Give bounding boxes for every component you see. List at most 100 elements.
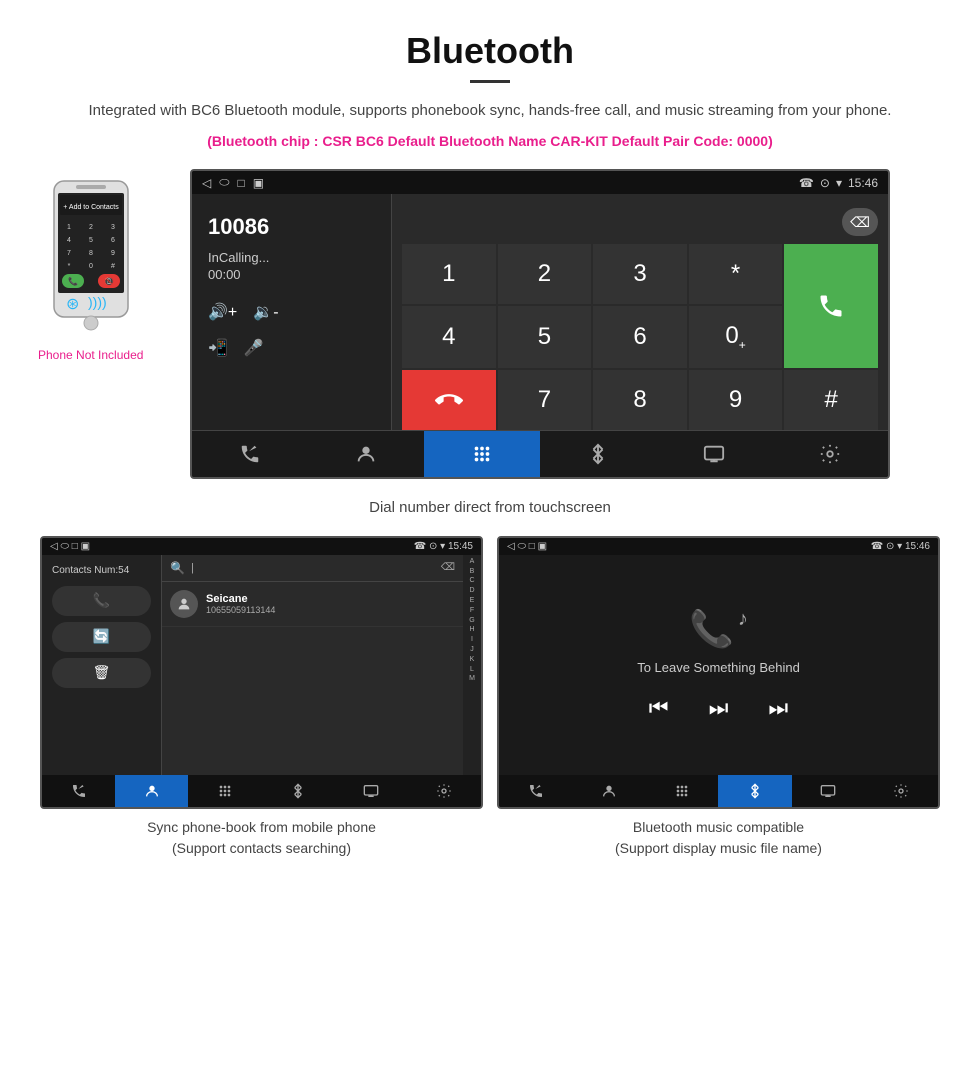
transfer-icon[interactable]: 📲 <box>208 338 228 358</box>
alpha-e: E <box>470 596 475 606</box>
music-nav-settings[interactable] <box>865 775 938 807</box>
key-hash[interactable]: # <box>784 370 878 430</box>
mic-icon[interactable]: 🎤 <box>244 338 264 358</box>
contacts-main-area: 🔍 | ⌫ Seicane 10655059113144 <box>162 555 463 775</box>
status-time: 15:46 <box>848 176 878 190</box>
nav-contacts-icon <box>355 443 377 465</box>
call-timer: 00:00 <box>208 267 375 282</box>
contacts-caption-text: Sync phone-book from mobile phone (Suppo… <box>147 819 376 856</box>
prev-track-button[interactable]: ⏮ <box>649 695 669 721</box>
alpha-h: H <box>469 625 474 635</box>
backspace-contacts-icon[interactable]: ⌫ <box>441 562 455 573</box>
svg-text:0: 0 <box>89 263 93 270</box>
status-bar-left: ◁ ⬭ □ ▣ <box>202 175 264 190</box>
alpha-l: L <box>470 665 474 675</box>
nav-screen-icon <box>703 443 725 465</box>
key-0plus[interactable]: 0+ <box>689 306 783 368</box>
contact-info: Seicane 10655059113144 <box>206 593 455 615</box>
nav-dialpad-icon <box>471 443 493 465</box>
end-call-button[interactable] <box>402 370 496 430</box>
svg-text:#: # <box>111 263 115 270</box>
music-nav-bluetooth[interactable] <box>718 775 791 807</box>
contacts-nav-dialpad[interactable] <box>188 775 261 807</box>
music-screen: ◁ ⬭ □ ▣ ☎ ⊙ ▾ 15:46 📞 ♪ To Leave Somethi… <box>497 536 940 809</box>
contacts-search-bar: 🔍 | ⌫ <box>162 555 463 582</box>
back-icon: ◁ <box>202 176 211 190</box>
end-call-icon <box>435 386 463 414</box>
contacts-status-right: ☎ ⊙ ▾ 15:45 <box>414 541 473 552</box>
dial-info-panel: 10086 InCalling... 00:00 🔊+ 🔉- 📲 🎤 <box>192 194 392 430</box>
contacts-body: Contacts Num:54 📞 🔄 🗑 🔍 | <box>42 555 481 775</box>
key-9[interactable]: 9 <box>689 370 783 430</box>
contacts-nav-settings[interactable] <box>408 775 481 807</box>
volume-controls: 🔊+ 🔉- <box>208 302 375 322</box>
contacts-screen-block: ◁ ⬭ □ ▣ ☎ ⊙ ▾ 15:45 Contacts Num:54 📞 🔄 … <box>40 536 483 859</box>
music-caption-text: Bluetooth music compatible (Support disp… <box>615 819 822 856</box>
nav-phone-icon <box>239 443 261 465</box>
call-contact-button[interactable]: 📞 <box>52 586 151 616</box>
wifi-icon: ▾ <box>836 176 842 190</box>
key-5[interactable]: 5 <box>498 306 592 368</box>
key-star[interactable]: * <box>689 244 783 304</box>
key-2[interactable]: 2 <box>498 244 592 304</box>
backspace-button[interactable]: ⌫ <box>842 208 878 236</box>
next-track-button[interactable]: ⏭ <box>768 695 788 721</box>
bottom-nav-bar <box>192 430 888 477</box>
nav-bt-icon <box>587 443 609 465</box>
contacts-screen: ◁ ⬭ □ ▣ ☎ ⊙ ▾ 15:45 Contacts Num:54 📞 🔄 … <box>40 536 483 809</box>
battery-icon: ⬭ <box>219 175 229 190</box>
header-description: Integrated with BC6 Bluetooth module, su… <box>60 99 920 123</box>
nav-screen[interactable] <box>656 431 772 477</box>
contacts-nav-screen[interactable] <box>335 775 408 807</box>
music-phone-icon: 📞 <box>689 608 734 650</box>
delete-button[interactable]: 🗑 <box>52 658 151 688</box>
music-nav-screen[interactable] <box>792 775 865 807</box>
svg-text:*: * <box>67 263 70 270</box>
contact-list-item[interactable]: Seicane 10655059113144 <box>162 582 463 627</box>
key-6[interactable]: 6 <box>593 306 687 368</box>
phone-call-icon <box>817 292 845 320</box>
sync-button[interactable]: 🔄 <box>52 622 151 652</box>
contacts-caption: Sync phone-book from mobile phone (Suppo… <box>147 817 376 859</box>
dial-caption: Dial number direct from touchscreen <box>0 499 980 516</box>
svg-text:+ Add to Contacts: + Add to Contacts <box>63 204 119 211</box>
next-section-button[interactable]: ⏭ <box>709 695 729 721</box>
music-time: 15:46 <box>905 541 930 552</box>
music-nav-bar <box>499 775 938 807</box>
alpha-m: M <box>469 674 475 684</box>
nav-contacts[interactable] <box>308 431 424 477</box>
contact-name: Seicane <box>206 593 455 605</box>
contacts-nav-contacts[interactable] <box>115 775 188 807</box>
svg-text:)))): )))) <box>88 294 107 310</box>
music-nav-dialpad[interactable] <box>645 775 718 807</box>
nav-bluetooth[interactable] <box>540 431 656 477</box>
key-4[interactable]: 4 <box>402 306 496 368</box>
nav-settings-icon <box>819 443 841 465</box>
music-nav-contacts[interactable] <box>572 775 645 807</box>
call-button[interactable] <box>784 244 878 368</box>
volume-up-icon[interactable]: 🔊+ <box>208 302 237 322</box>
contacts-nav-bar <box>42 775 481 807</box>
location-icon: ⊙ <box>820 176 830 190</box>
key-8[interactable]: 8 <box>593 370 687 430</box>
header-divider <box>470 80 510 83</box>
svg-text:⊛: ⊛ <box>66 296 79 313</box>
nav-phone[interactable] <box>192 431 308 477</box>
music-nav-phone[interactable] <box>499 775 572 807</box>
extra-controls: 📲 🎤 <box>208 338 375 358</box>
nav-dialpad[interactable] <box>424 431 540 477</box>
key-7[interactable]: 7 <box>498 370 592 430</box>
contacts-time: 15:45 <box>448 541 473 552</box>
alpha-a: A <box>470 557 475 567</box>
volume-down-icon[interactable]: 🔉- <box>253 302 278 322</box>
key-3[interactable]: 3 <box>593 244 687 304</box>
nav-settings[interactable] <box>772 431 888 477</box>
music-screen-block: ◁ ⬭ □ ▣ ☎ ⊙ ▾ 15:46 📞 ♪ To Leave Somethi… <box>497 536 940 859</box>
key-1[interactable]: 1 <box>402 244 496 304</box>
contacts-nav-bluetooth[interactable] <box>261 775 334 807</box>
svg-text:📞: 📞 <box>68 276 78 286</box>
call-icon: 📞 <box>93 592 110 608</box>
phone-mockup-svg: + Add to Contacts 1 2 3 4 5 6 7 8 9 * 0 … <box>46 179 136 339</box>
contacts-nav-phone[interactable] <box>42 775 115 807</box>
music-controls: ⏮ ⏭ ⏭ <box>649 695 788 721</box>
